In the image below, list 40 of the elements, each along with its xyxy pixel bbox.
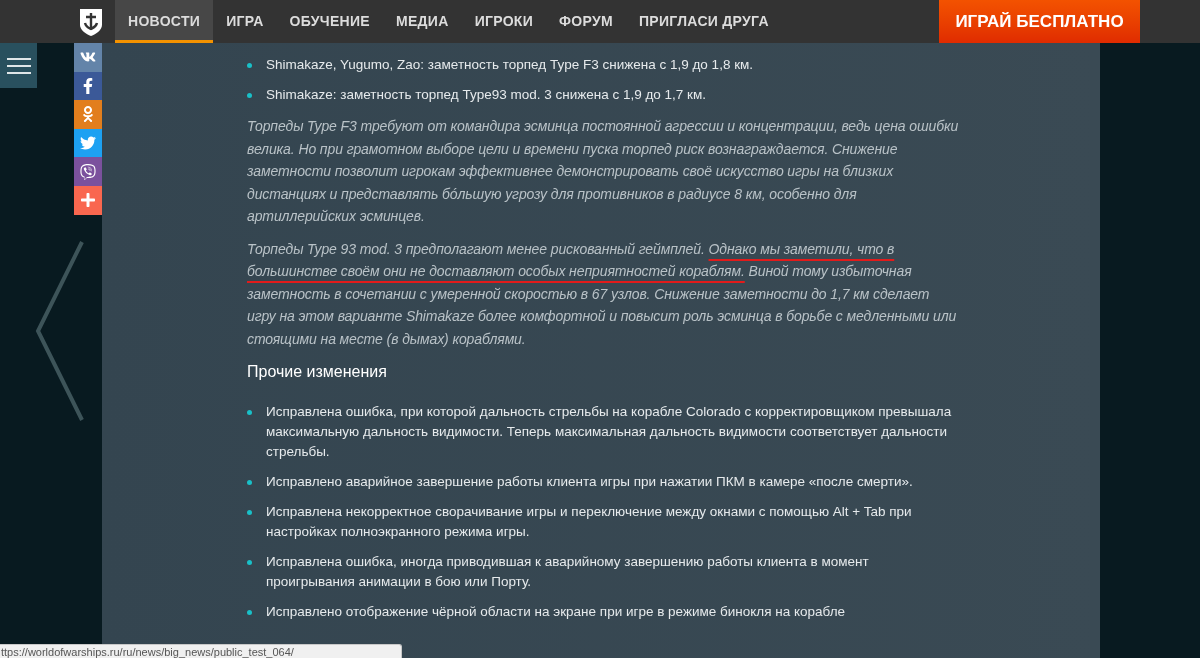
share-button[interactable] [74,43,102,72]
nav-link[interactable]: ФОРУМ [546,0,626,43]
twitter-icon [80,135,96,152]
list-item-text: Исправлена ошибка, иногда приводившая к аварийному завершению работы клиента в момент проигрывания анимации в бою или Порту. [266,553,870,591]
plus-icon [80,192,96,209]
share-button[interactable] [74,157,102,186]
share-button[interactable] [74,71,102,101]
share-button[interactable] [74,128,102,158]
menu-icon [6,57,31,74]
play-free-button[interactable]: ИГРАЙ БЕСПЛАТНО [939,0,1140,43]
bullet-icon [247,63,252,68]
odnoklassniki-icon [80,106,96,123]
list-item-text: Исправлено аварийное завершение работы клиента игры при нажатии ПКМ в камере «после смерти». [266,473,913,491]
phone-icon [80,163,96,180]
list-item-text: Исправлена некорректное сворачивание игры и переключение между окнами с помощью Alt + Tab при настройках полноэкранного режима игры. [266,503,913,541]
nav-link[interactable]: ОБУЧЕНИЕ [276,0,383,43]
list-item-text: Shimakaze: заметность торпед Type93 mod. 3 снижена с 1,9 до 1,7 км. [266,86,707,104]
paragraph: Торпеды Type 93 mod. 3 предполагают менее рискованный геймплей. Однако мы заметили, что в большинстве своём они не доставляют особых неприятностей кораблям. Виной тому избыточная заметность в сочетании с умеренной скоростью в 67 узлов. Снижение заметности до 1,7 км сделает игру на этом варианте Shimakaze более комфортной и повысит роль эсминца в борьбе с медленными или стоящими на месте (в дымах) кораблями. [247,239,958,349]
menu-button[interactable] [0,43,37,88]
nav-link[interactable]: ИГРОКИ [461,0,547,43]
shield-logo-icon [78,6,104,37]
paragraph: Торпеды Type F3 требуют от командира эсминца постоянной агрессии и концентрации, ведь цена ошибки велика. Но при грамотном выборе цели и времени пуска торпед риск вознаграждается. Снижение заметности позволит игрокам эффективнее демонстрировать своё искусство игры на близких дистанциях и представлять бóльшую угрозу для противников в радиусе 8 км, особенно для артиллерийских эсминцев. [247,117,959,226]
nav-link[interactable]: НОВОСТИ [115,0,214,43]
left-chevron-icon [34,240,86,422]
section-heading: Прочие изменения [247,362,388,382]
bullet-icon [247,510,252,515]
nav-link[interactable]: ПРИГЛАСИ ДРУГА [625,0,782,43]
bullet-icon [247,410,252,415]
status-bar-url: ttps://worldofwarships.ru/ru/news/big_news/public_test_064/ [0,644,402,658]
bullet-icon [247,480,252,485]
share-button[interactable] [74,100,102,129]
nav-link[interactable]: ИГРА [213,0,277,43]
bullet-icon [247,560,252,565]
list-item-text: Shimakaze, Yugumo, Zao: заметность торпед Type F3 снижена с 1,9 до 1,8 км. [266,56,754,74]
share-button[interactable] [74,185,102,215]
nav-link[interactable]: МЕДИА [382,0,462,43]
list-item-text: Исправлено отображение чёрной области на экране при игре в режиме бинокля на корабле [266,603,846,621]
bullet-icon [247,93,252,98]
bullet-icon [247,610,252,615]
list-item-text: Исправлена ошибка, при которой дальность стрельбы на корабле Colorado с корректировщиком превышала максимальную дальность видимости. Теперь максимальная дальность видимости соответствует дальности стрельбы. [266,403,953,461]
